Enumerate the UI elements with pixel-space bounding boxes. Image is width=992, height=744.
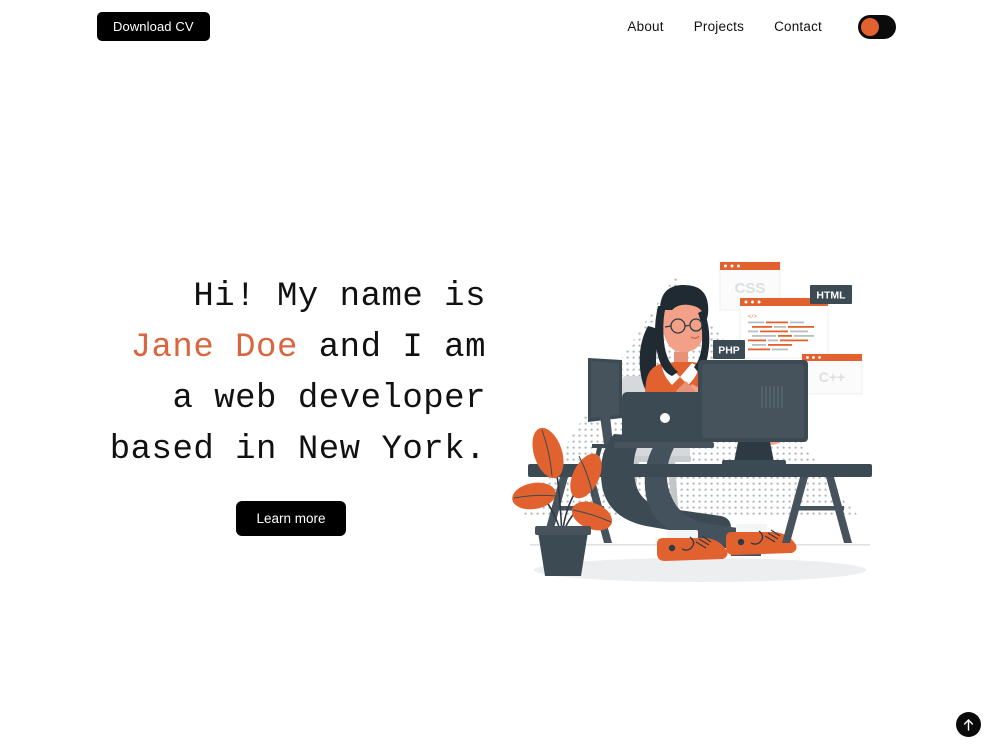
headline-part-one: Hi! My name is bbox=[193, 278, 486, 316]
hero-cta-wrapper: Learn more bbox=[96, 501, 486, 536]
svg-text:C++: C++ bbox=[819, 369, 845, 385]
badge-php: PHP bbox=[713, 340, 745, 359]
scroll-to-top-button[interactable] bbox=[956, 712, 981, 737]
arrow-up-icon bbox=[963, 718, 974, 731]
headline-name-accent: Jane Doe bbox=[130, 329, 298, 367]
hero-illustration: CSS </> C++ HTML PHP bbox=[500, 248, 900, 600]
hero-section: Hi! My name is Jane Doe and I am a web d… bbox=[0, 0, 992, 744]
page-root: Download CV About Projects Contact Hi! M… bbox=[0, 0, 992, 744]
svg-text:HTML: HTML bbox=[816, 290, 846, 302]
hero-text-block: Hi! My name is Jane Doe and I am a web d… bbox=[96, 272, 486, 476]
floor-shadow bbox=[534, 558, 866, 582]
badge-html: HTML bbox=[810, 285, 852, 304]
window-code-editor: </> bbox=[739, 297, 829, 359]
code-snippet-icon: </> bbox=[748, 314, 757, 320]
svg-text:PHP: PHP bbox=[718, 345, 740, 357]
window-cpp: C++ bbox=[801, 353, 863, 395]
page-title: Hi! My name is Jane Doe and I am a web d… bbox=[96, 272, 486, 476]
learn-more-button[interactable]: Learn more bbox=[236, 501, 346, 536]
svg-text:CSS: CSS bbox=[735, 280, 766, 297]
